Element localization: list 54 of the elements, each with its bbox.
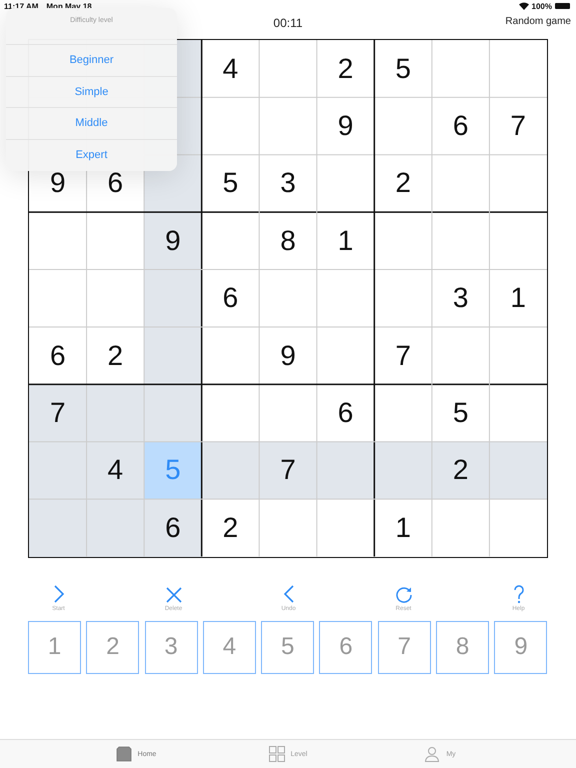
board-cell[interactable]: 7 — [29, 384, 87, 442]
refresh-icon — [394, 586, 412, 604]
board-cell[interactable]: 4 — [202, 40, 260, 98]
board-cell[interactable]: 7 — [259, 442, 317, 500]
board-cell[interactable]: 2 — [202, 499, 260, 557]
board-cell[interactable]: 1 — [316, 212, 374, 270]
board-cell[interactable]: 5 — [432, 384, 490, 442]
person-icon — [424, 746, 440, 762]
board-cell[interactable] — [29, 442, 87, 500]
board-cell[interactable] — [144, 326, 202, 384]
board-cell[interactable]: 7 — [489, 97, 547, 155]
board-cell[interactable]: 7 — [374, 326, 432, 384]
board-cell[interactable]: 9 — [316, 97, 374, 155]
box-icon — [116, 746, 132, 762]
board-cell[interactable]: 6 — [202, 270, 260, 327]
board-cell[interactable]: 2 — [374, 154, 432, 212]
board-cell[interactable]: 2 — [316, 40, 374, 98]
chevron-right-icon — [52, 584, 66, 604]
board-cell[interactable]: 5 — [374, 40, 432, 98]
battery-percent: 100% — [532, 2, 552, 10]
board-cell[interactable]: 6 — [29, 326, 87, 384]
grid-icon — [268, 746, 285, 762]
wifi-icon — [518, 2, 529, 10]
board-cell[interactable] — [374, 442, 432, 500]
board-cell[interactable] — [29, 499, 87, 557]
board-cell[interactable]: 9 — [144, 212, 202, 270]
board-cell[interactable]: 6 — [432, 97, 490, 155]
board-cell[interactable]: 6 — [144, 499, 202, 557]
close-icon — [164, 586, 182, 604]
timer: 00:11 — [273, 16, 303, 30]
board-cell[interactable]: 2 — [86, 326, 144, 384]
board-cell[interactable]: 5 — [202, 154, 260, 212]
help-icon — [512, 584, 524, 604]
board-cell[interactable]: 1 — [489, 270, 547, 327]
board-cell[interactable] — [86, 499, 144, 557]
board-cell[interactable] — [489, 442, 547, 500]
board-cell[interactable] — [202, 442, 260, 500]
board-cell[interactable]: 3 — [259, 154, 317, 212]
board-cell[interactable] — [144, 384, 202, 442]
board-cell[interactable]: 9 — [259, 326, 317, 384]
status-date: Mon May 18 — [46, 2, 92, 10]
board-cell[interactable]: 4 — [86, 442, 144, 500]
status-time: 11:17 AM — [4, 2, 38, 10]
random-game-button[interactable]: Random game — [505, 16, 571, 27]
chevron-left-icon — [282, 584, 296, 604]
board-cell[interactable] — [144, 270, 202, 327]
board-cell[interactable]: 2 — [432, 442, 490, 500]
board-cell[interactable]: 3 — [432, 270, 490, 327]
board-cell[interactable] — [316, 442, 374, 500]
board-cell[interactable] — [86, 384, 144, 442]
board-cell[interactable]: 1 — [374, 499, 432, 557]
board-cell[interactable]: 8 — [259, 212, 317, 270]
board-cell[interactable]: 6 — [316, 384, 374, 442]
battery-icon — [555, 3, 570, 9]
